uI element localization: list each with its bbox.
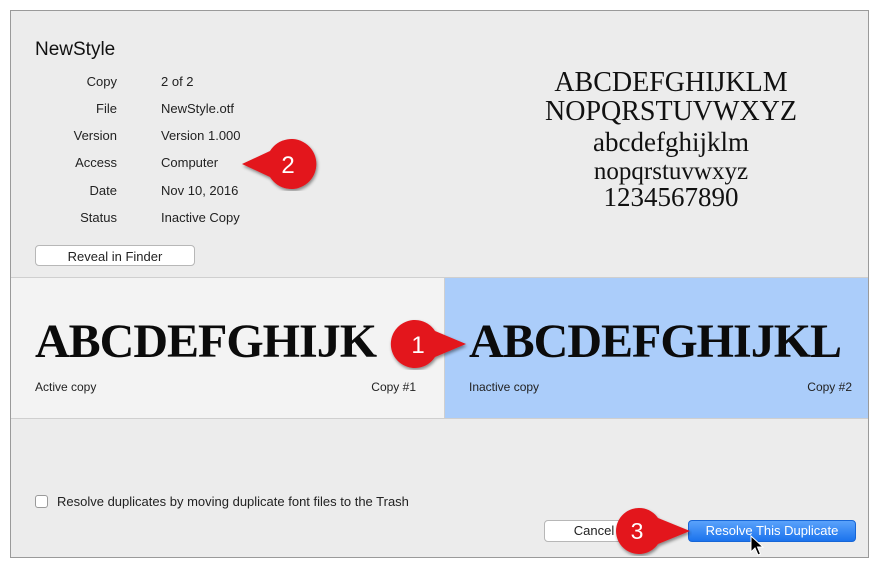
copy-2-label: Copy #2 [807, 380, 852, 394]
copy-1-label: Copy #1 [371, 380, 416, 394]
meta-label: Access [75, 155, 117, 170]
callout-1: 1 [380, 318, 470, 370]
meta-label: Date [89, 183, 117, 198]
font-name-title: NewStyle [35, 39, 116, 60]
callout-2-number: 2 [281, 152, 294, 179]
meta-value: Inactive Copy [161, 210, 240, 225]
move-to-trash-checkbox[interactable] [35, 495, 48, 508]
inactive-copy-sample: ABCDEFGHIJKL [469, 315, 842, 368]
callout-2-marker: 2 [242, 139, 317, 189]
meta-label: Status [80, 210, 117, 225]
callout-3: 3 [600, 506, 692, 556]
meta-value: NewStyle.otf [161, 101, 234, 116]
reveal-in-finder-button[interactable]: Reveal in Finder [35, 245, 195, 266]
meta-label: File [96, 101, 117, 116]
font-duplicate-window: NewStyle Copy 2 of 2 File NewStyle.otf V… [10, 10, 869, 558]
meta-row-status: Status Inactive Copy [11, 210, 411, 230]
meta-row-copy: Copy 2 of 2 [11, 74, 411, 94]
meta-row-file: File NewStyle.otf [11, 101, 411, 121]
active-copy-sample: ABCDEFGHIJK [35, 315, 377, 368]
preview-lowercase-1: abcdefghijklm [593, 127, 749, 157]
preview-digits: 1234567890 [603, 182, 739, 212]
inactive-copy-caption: Inactive copy [469, 380, 540, 394]
callout-3-number: 3 [631, 518, 644, 544]
meta-label: Copy [86, 74, 117, 89]
meta-value: Computer [161, 155, 219, 170]
active-copy-caption: Active copy [35, 380, 97, 394]
callout-1-marker: 1 [390, 320, 466, 368]
meta-row-version: Version Version 1.000 [11, 128, 411, 148]
meta-value: Nov 10, 2016 [161, 183, 239, 198]
meta-value: 2 of 2 [161, 74, 194, 89]
preview-uppercase-2: NOPQRSTUVWXYZ [545, 96, 797, 127]
move-to-trash-label: Resolve duplicates by moving duplicate f… [57, 494, 409, 509]
meta-value: Version 1.000 [161, 128, 241, 143]
meta-row-access: Access Computer [11, 155, 411, 175]
callout-3-marker: 3 [616, 508, 690, 554]
font-preview: ABCDEFGHIJKLM NOPQRSTUVWXYZ abcdefghijkl… [506, 69, 836, 211]
callout-1-number: 1 [411, 332, 424, 359]
meta-label: Version [73, 128, 117, 143]
preview-uppercase-1: ABCDEFGHIJKLM [554, 67, 788, 98]
inactive-copy-pane[interactable]: ABCDEFGHIJKL Inactive copy Copy #2 [445, 278, 868, 418]
callout-2: 2 [240, 137, 330, 191]
resolve-this-duplicate-button[interactable]: Resolve This Duplicate [688, 520, 856, 542]
preview-lowercase-2: nopqrstuvwxyz [593, 158, 749, 185]
mouse-pointer-icon [750, 534, 765, 562]
meta-row-date: Date Nov 10, 2016 [11, 183, 411, 203]
